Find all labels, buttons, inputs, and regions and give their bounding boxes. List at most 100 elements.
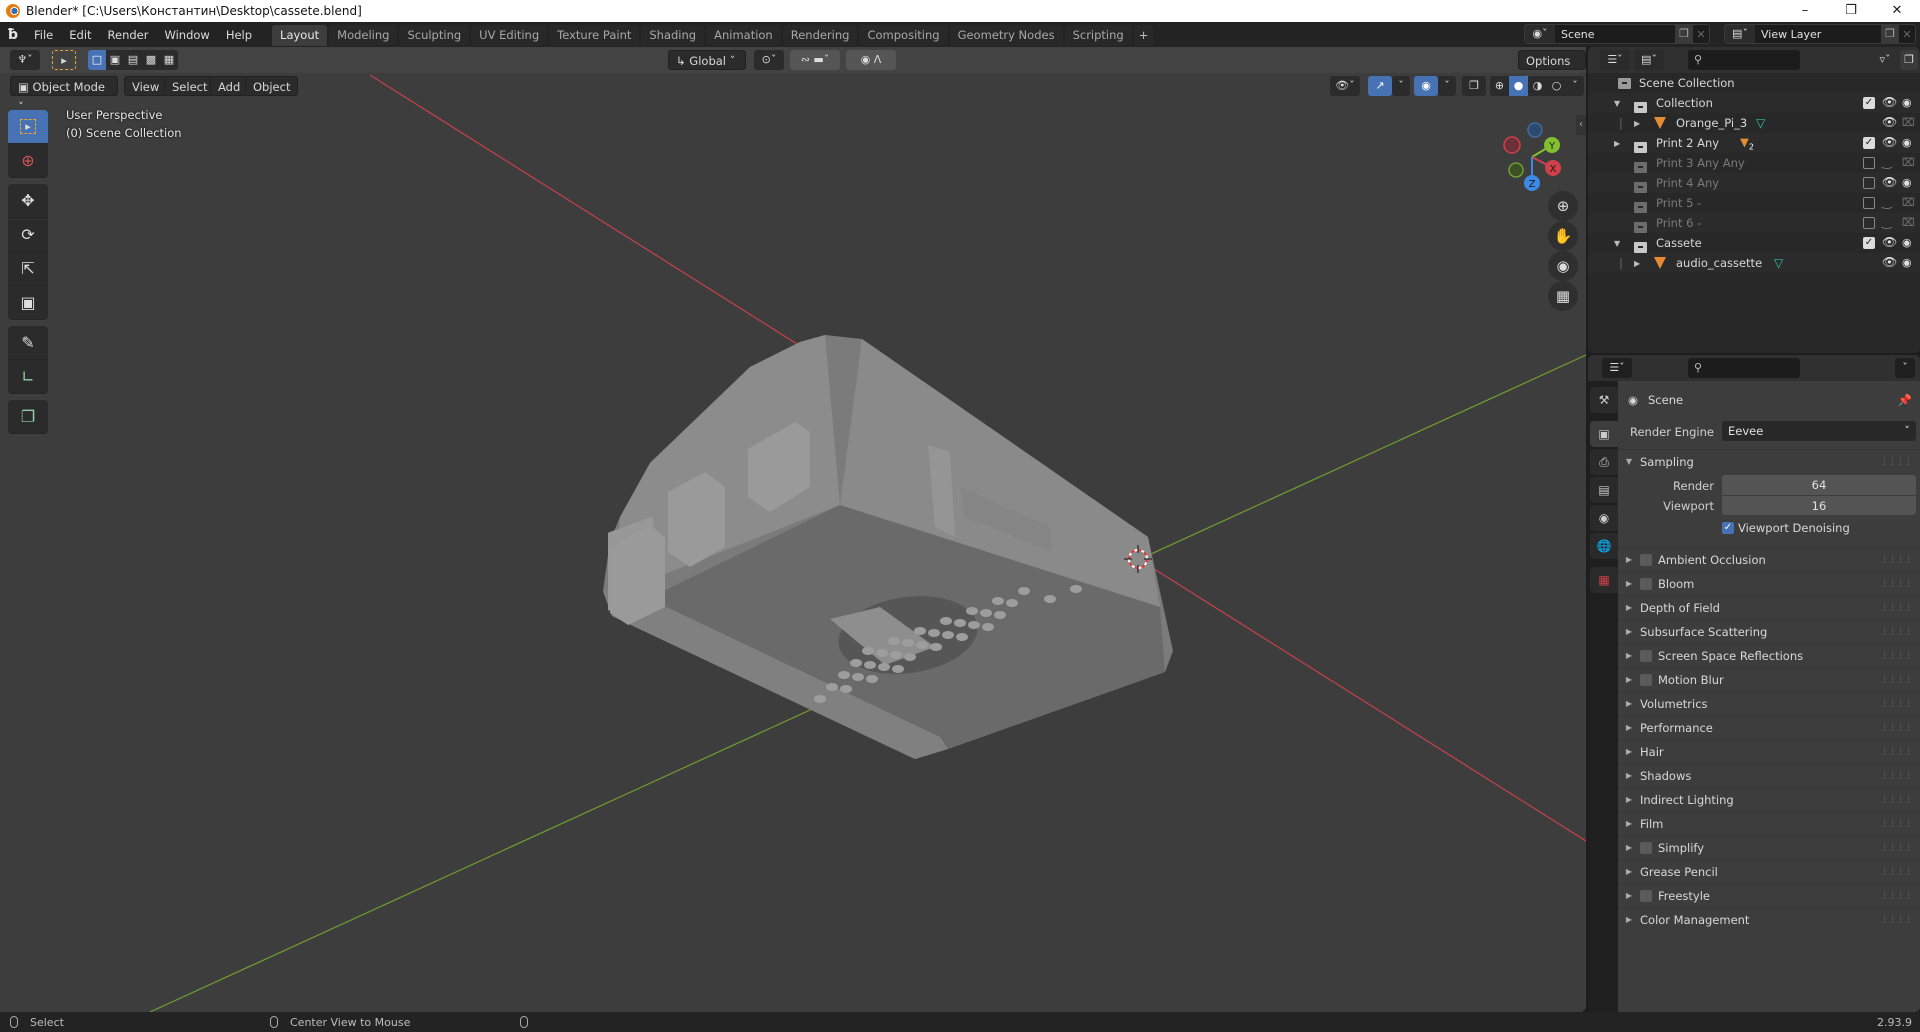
samples-render-field[interactable]: 64: [1722, 475, 1916, 495]
expand-toggle-icon[interactable]: ▶: [1634, 259, 1640, 268]
panel-header[interactable]: ▶ Ambient Occlusion ⋮⋮⋮⋮: [1618, 547, 1920, 571]
select-invert-icon[interactable]: ▩: [142, 50, 160, 70]
rotate-tool[interactable]: ⟳: [8, 218, 48, 252]
outliner-row[interactable]: ▼ Cassete ✓ 👁 ◉: [1588, 233, 1920, 253]
move-tool[interactable]: ✥: [8, 184, 48, 218]
eye-closed-icon[interactable]: ‿: [1882, 155, 1892, 169]
panel-header[interactable]: ▶ Indirect Lighting ⋮⋮⋮⋮: [1618, 787, 1920, 811]
expand-toggle-icon[interactable]: ▶: [1634, 119, 1640, 128]
outliner-row[interactable]: Print 5 - ‿ ⌧: [1588, 193, 1920, 213]
tab-compositing[interactable]: Compositing: [859, 24, 948, 46]
tab-tool[interactable]: ⚒: [1590, 387, 1618, 413]
pan-view-button[interactable]: ✋: [1548, 221, 1578, 251]
ortho-toggle-button[interactable]: ▦: [1548, 281, 1578, 311]
outliner-item-name[interactable]: Print 4 Any: [1656, 176, 1719, 190]
properties-search-input[interactable]: ⚲: [1688, 358, 1800, 378]
panel-enable-checkbox[interactable]: [1640, 889, 1652, 902]
add-cube-tool[interactable]: ❐: [8, 400, 48, 434]
select-extend-icon[interactable]: ▣: [106, 50, 124, 70]
drag-handle-icon[interactable]: ⋮⋮⋮⋮: [1880, 795, 1913, 805]
eye-icon[interactable]: 👁: [1882, 135, 1897, 149]
menu-help[interactable]: Help: [218, 28, 260, 42]
select-intersect-icon[interactable]: ▦: [160, 50, 178, 70]
menu-add[interactable]: Add: [210, 76, 249, 96]
scale-tool[interactable]: ⇱: [8, 252, 48, 286]
transform-orientation-dropdown[interactable]: ↳ Global ˇ: [668, 50, 746, 70]
panel-header[interactable]: ▶ Film ⋮⋮⋮⋮: [1618, 811, 1920, 835]
outliner-row[interactable]: | ▶ audio_cassette ▽ 👁 ◉: [1588, 253, 1920, 273]
rendered-shading-icon[interactable]: ○: [1547, 76, 1566, 96]
pivot-point-button[interactable]: ⊙ˇ: [754, 50, 784, 70]
outliner-editor-type[interactable]: ☰ˇ: [1600, 50, 1630, 70]
menu-object[interactable]: Object: [245, 76, 299, 96]
viewport-denoising-checkbox[interactable]: ✓ Viewport Denoising: [1722, 521, 1850, 535]
panel-enable-checkbox[interactable]: [1640, 577, 1652, 590]
camera-disabled-icon[interactable]: ⌧: [1902, 196, 1915, 209]
delete-view-layer-icon[interactable]: ✕: [1899, 28, 1915, 41]
menu-file[interactable]: File: [26, 28, 61, 42]
drag-handle-icon[interactable]: ⋮⋮⋮⋮: [1880, 699, 1913, 709]
proportional-editing-toggle[interactable]: ◉ Λ: [846, 50, 896, 70]
xray-toggle[interactable]: ❐: [1462, 76, 1486, 96]
scene-name[interactable]: Scene: [1555, 28, 1675, 41]
tab-layout[interactable]: Layout: [272, 24, 328, 46]
drag-handle-icon[interactable]: ⋮⋮⋮⋮: [1880, 675, 1913, 685]
tab-world[interactable]: 🌐: [1590, 533, 1618, 559]
panel-header[interactable]: ▶ Depth of Field ⋮⋮⋮⋮: [1618, 595, 1920, 619]
panel-sampling-header[interactable]: ▼ Sampling ⋮⋮⋮⋮: [1618, 449, 1920, 473]
camera-disabled-icon[interactable]: ⌧: [1902, 116, 1915, 129]
outliner-item-name[interactable]: Print 2 Any: [1656, 136, 1719, 150]
exclude-checkbox[interactable]: ✓: [1863, 137, 1875, 149]
overlays-dropdown[interactable]: ˇ: [1438, 76, 1456, 96]
outliner-item-name[interactable]: Print 3 Any Any: [1656, 156, 1745, 170]
eye-icon[interactable]: 👁: [1882, 235, 1897, 249]
new-scene-icon[interactable]: ❐: [1675, 25, 1693, 43]
expand-toggle-icon[interactable]: ▶: [1614, 139, 1620, 148]
mesh-data-icon[interactable]: ▽: [1756, 116, 1765, 130]
camera-disabled-icon[interactable]: ⌧: [1902, 156, 1915, 169]
panel-header[interactable]: ▶ Subsurface Scattering ⋮⋮⋮⋮: [1618, 619, 1920, 643]
navigation-gizmo[interactable]: Y X Z: [1496, 115, 1576, 195]
measure-tool[interactable]: ∟: [8, 360, 48, 394]
maximize-button[interactable]: ❐: [1828, 0, 1874, 22]
exclude-checkbox[interactable]: ✓: [1863, 97, 1875, 109]
sidebar-toggle[interactable]: ‹: [1576, 115, 1586, 135]
close-button[interactable]: ✕: [1874, 0, 1920, 22]
eye-closed-icon[interactable]: ‿: [1882, 195, 1892, 209]
delete-scene-icon[interactable]: ✕: [1693, 28, 1709, 41]
panel-enable-checkbox[interactable]: [1640, 673, 1652, 686]
properties-options-dropdown[interactable]: ˇ: [1895, 358, 1915, 378]
drag-handle-icon[interactable]: ⋮⋮⋮⋮: [1880, 627, 1913, 637]
panel-enable-checkbox[interactable]: [1640, 553, 1652, 566]
outliner-item-name[interactable]: Print 6 -: [1656, 216, 1701, 230]
samples-viewport-field[interactable]: 16: [1722, 495, 1916, 515]
snap-toggle[interactable]: ∾ ▬ˇ: [790, 50, 840, 70]
tab-scene[interactable]: ◉: [1590, 505, 1618, 531]
drag-handle-icon[interactable]: ⋮⋮⋮⋮: [1880, 603, 1913, 613]
panel-header[interactable]: ▶ Grease Pencil ⋮⋮⋮⋮: [1618, 859, 1920, 883]
eye-icon[interactable]: 👁: [1882, 95, 1897, 109]
outliner-item-name[interactable]: audio_cassette: [1676, 256, 1762, 270]
outliner-row[interactable]: ▼ Collection ✓ 👁 ◉: [1588, 93, 1920, 113]
panel-enable-checkbox[interactable]: [1640, 841, 1652, 854]
drag-handle-icon[interactable]: ⋮⋮⋮⋮: [1880, 579, 1913, 589]
drag-handle-icon[interactable]: ⋮⋮⋮⋮: [1880, 555, 1913, 565]
camera-render-icon[interactable]: ◉: [1902, 96, 1912, 109]
transform-tool[interactable]: ▣: [8, 286, 48, 320]
annotate-tool[interactable]: ✎: [8, 326, 48, 360]
drag-handle-icon[interactable]: ⋮⋮⋮⋮: [1880, 723, 1913, 733]
mode-dropdown[interactable]: ▣ Object Mode ˇ: [10, 76, 118, 114]
exclude-checkbox[interactable]: [1863, 197, 1875, 209]
material-preview-icon[interactable]: ◑: [1528, 76, 1547, 96]
gizmo-toggle[interactable]: ↗: [1368, 76, 1392, 96]
overlays-toggle[interactable]: ◉: [1414, 76, 1438, 96]
properties-editor-type[interactable]: ☰ˇ: [1602, 358, 1632, 378]
shading-dropdown[interactable]: ˇ: [1566, 76, 1584, 96]
filter-button[interactable]: ▿ˇ: [1870, 50, 1900, 70]
render-engine-dropdown[interactable]: Eevee ˇ: [1722, 421, 1916, 441]
eye-closed-icon[interactable]: ‿: [1882, 215, 1892, 229]
outliner-row[interactable]: Print 3 Any Any ‿ ⌧: [1588, 153, 1920, 173]
drag-handle-icon[interactable]: ⋮⋮⋮⋮: [1880, 457, 1913, 467]
tab-sculpting[interactable]: Sculpting: [399, 24, 470, 46]
display-mode-button[interactable]: ▤ˇ: [1634, 50, 1664, 70]
